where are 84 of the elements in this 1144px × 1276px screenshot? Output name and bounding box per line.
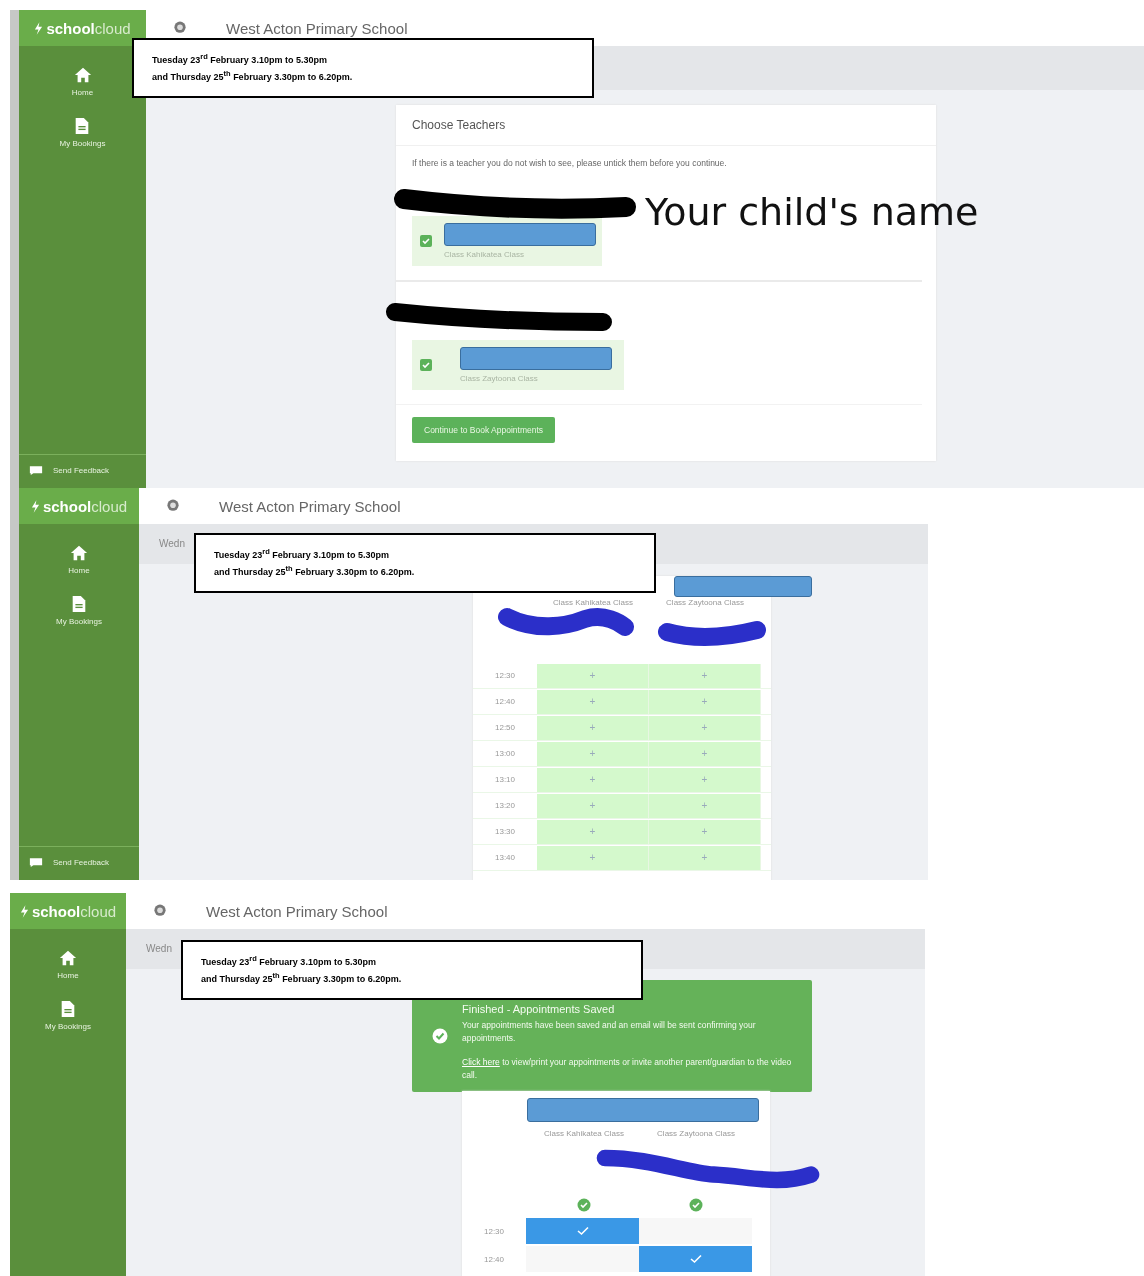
nav-item[interactable]: My Bookings (56, 595, 102, 626)
note-text: and Thursday 25$^{th}$ February 3.30pm to 6.20pm. (214, 563, 416, 579)
time-label: 13:10 (494, 775, 516, 784)
available-slot[interactable]: + (537, 767, 649, 792)
note-text: Tuesday 23$^{rd}$ February 3.10pm to 5.30pm (201, 953, 377, 969)
alert-message: Your appointments have been saved and an email will be sent confirming your appointments. (462, 1018, 757, 1045)
lightning-icon (30, 499, 40, 513)
school-crest-icon (152, 903, 168, 919)
time-label: 12:30 (494, 671, 516, 680)
checkmark-icon (576, 1226, 589, 1236)
view-appointments-link[interactable]: Click here (462, 1056, 500, 1067)
available-slot[interactable]: + (537, 715, 649, 740)
time-label: 12:40 (494, 697, 516, 706)
available-slot[interactable]: + (649, 689, 761, 714)
available-slot[interactable]: + (649, 793, 761, 818)
available-slot[interactable]: + (649, 741, 761, 766)
speech-bubble-icon (29, 465, 43, 476)
available-slot[interactable]: + (649, 663, 761, 688)
date-tab[interactable]: Wedn (126, 929, 172, 954)
home-icon (59, 949, 77, 967)
booked-slot[interactable] (526, 1218, 639, 1244)
school-name: West Acton Primary School (206, 902, 388, 920)
time-label: 13:20 (494, 801, 516, 810)
available-slot[interactable]: + (537, 793, 649, 818)
home-icon (70, 544, 88, 562)
column-header: Class Zaytoona Class (656, 1128, 736, 1140)
checkbox[interactable] (420, 235, 432, 247)
available-slot[interactable]: + (649, 819, 761, 844)
speech-bubble-icon (29, 857, 43, 868)
brand-name: schoolcloud (31, 902, 117, 920)
check-circle-icon (432, 1028, 448, 1044)
card-title: Choose Teachers (396, 105, 936, 146)
column-header: Class Kahikatea Class (551, 597, 634, 609)
school-name: West Acton Primary School (226, 19, 408, 37)
document-icon (59, 1000, 77, 1018)
time-label: 12:50 (494, 723, 516, 732)
brand-logo[interactable]: schoolcloud (19, 488, 139, 524)
lightning-icon (34, 21, 44, 35)
available-slot[interactable]: + (649, 767, 761, 792)
school-crest-icon (172, 20, 188, 36)
note-text: and Thursday 25$^{th}$ February 3.30pm to 6.20pm. (201, 970, 403, 986)
brand-logo[interactable]: schoolcloud (19, 10, 146, 46)
column-header: Class Kahikatea Class (542, 1128, 625, 1140)
lightning-icon (19, 904, 29, 918)
time-label: 13:40 (494, 853, 516, 862)
note-text: and Thursday 25$^{th}$ February 3.30pm to 6.20pm. (152, 68, 354, 84)
note-text: Tuesday 23$^{rd}$ February 3.10pm to 5.30pm (214, 546, 390, 562)
checkmark-icon (689, 1254, 702, 1264)
available-slot[interactable]: + (537, 741, 649, 766)
column-header: Class Zaytoona Class (665, 597, 745, 609)
feedback-link[interactable]: Send Feedback (19, 846, 139, 880)
available-slot[interactable]: + (537, 663, 649, 688)
time-label: 12:30 (483, 1226, 505, 1236)
available-slot[interactable]: + (649, 715, 761, 740)
brand-name: schoolcloud (46, 19, 131, 37)
booked-slot[interactable] (639, 1246, 752, 1272)
instruction-text: If there is a teacher you do not wish to see, please untick them before you continue. (411, 157, 728, 168)
available-slot[interactable]: + (537, 845, 649, 870)
nav-item[interactable]: Home (68, 544, 90, 575)
alert-title: Finished - Appointments Saved (462, 1002, 616, 1016)
nav-item[interactable]: My Bookings (45, 1000, 91, 1031)
time-label: 13:00 (494, 749, 516, 758)
school-crest-icon (165, 498, 181, 514)
time-label: 13:30 (494, 827, 516, 836)
brand-logo[interactable]: schoolcloud (10, 893, 126, 929)
document-icon (70, 595, 88, 613)
available-slot[interactable]: + (649, 845, 761, 870)
continue-button[interactable]: Continue to Book Appointments (412, 417, 556, 443)
checkbox[interactable] (420, 359, 432, 371)
home-icon (73, 66, 92, 84)
nav-item[interactable]: Home (71, 66, 94, 97)
brand-name: schoolcloud (42, 497, 128, 515)
school-name: West Acton Primary School (219, 497, 401, 515)
available-slot[interactable]: + (537, 689, 649, 714)
time-label: 12:40 (483, 1254, 505, 1264)
available-slot[interactable]: + (537, 819, 649, 844)
check-circle-icon (689, 1198, 703, 1212)
nav-item[interactable]: My Bookings (59, 117, 106, 148)
note-text: Tuesday 23$^{rd}$ February 3.10pm to 5.30pm (152, 51, 328, 67)
nav-item[interactable]: Home (57, 949, 79, 980)
date-tab[interactable]: Wedn (139, 524, 185, 549)
alert-link-text: Click here to view/print your appointments or invite another parent/guardian to the video call. (462, 1055, 793, 1082)
check-circle-icon (577, 1198, 591, 1212)
annotation-text: Your child's name (645, 190, 979, 234)
